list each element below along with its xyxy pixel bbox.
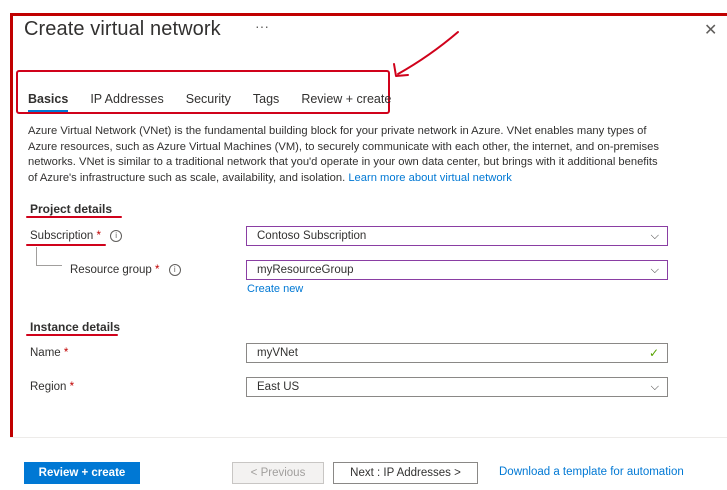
tab-review-create[interactable]: Review + create	[301, 92, 391, 112]
region-value: East US	[257, 381, 300, 393]
tab-ip-addresses[interactable]: IP Addresses	[90, 92, 163, 112]
name-label-text: Name	[30, 347, 61, 359]
resource-group-value: myResourceGroup	[257, 264, 354, 276]
chevron-down-icon: ⌵	[650, 230, 659, 242]
description: Azure Virtual Network (VNet) is the fund…	[28, 124, 668, 186]
review-create-button[interactable]: Review + create	[24, 462, 140, 484]
required-marker: *	[69, 381, 75, 393]
tab-security[interactable]: Security	[186, 92, 231, 112]
create-new-link[interactable]: Create new	[247, 283, 303, 295]
region-label: Region *	[30, 381, 74, 393]
chevron-down-icon: ⌵	[650, 381, 659, 393]
tab-bar: Basics IP Addresses Security Tags Review…	[28, 92, 413, 112]
page-title: Create virtual network	[24, 18, 221, 40]
subscription-label-text: Subscription	[30, 230, 94, 242]
project-details-underline	[26, 216, 122, 218]
instance-details-underline	[26, 334, 118, 336]
description-text: Azure Virtual Network (VNet) is the fund…	[28, 125, 659, 184]
subscription-label: Subscription * i	[30, 230, 123, 242]
required-marker: *	[63, 347, 69, 359]
download-template-link[interactable]: Download a template for automation	[499, 466, 684, 478]
name-value: myVNet	[257, 347, 298, 359]
tab-tags[interactable]: Tags	[253, 92, 279, 112]
name-label: Name *	[30, 347, 68, 359]
region-label-text: Region	[30, 381, 67, 393]
annotation-arrow-icon	[393, 31, 459, 77]
tree-connector	[36, 265, 62, 266]
resource-group-label: Resource group * i	[70, 264, 181, 276]
close-icon[interactable]: ✕	[704, 20, 717, 40]
required-marker: *	[96, 230, 101, 242]
resource-group-dropdown[interactable]: myResourceGroup ⌵	[246, 260, 668, 280]
check-icon: ✓	[648, 346, 659, 360]
info-icon[interactable]: i	[110, 230, 123, 242]
project-details-heading: Project details	[30, 202, 113, 216]
next-ip-addresses-button[interactable]: Next : IP Addresses >	[333, 462, 478, 484]
learn-more-link[interactable]: Learn more about virtual network	[348, 172, 512, 184]
previous-button[interactable]: < Previous	[232, 462, 324, 484]
subscription-underline	[26, 244, 106, 246]
subscription-value: Contoso Subscription	[257, 230, 367, 242]
footer-divider	[10, 437, 727, 438]
subscription-dropdown[interactable]: Contoso Subscription ⌵	[246, 226, 668, 246]
instance-details-heading: Instance details	[30, 320, 121, 334]
tab-basics[interactable]: Basics	[28, 92, 69, 112]
tree-connector	[36, 247, 37, 265]
required-marker: *	[155, 264, 160, 276]
info-icon[interactable]: i	[168, 264, 181, 276]
name-input[interactable]: myVNet ✓	[246, 343, 668, 363]
more-options-icon[interactable]: ···	[255, 18, 269, 34]
chevron-down-icon: ⌵	[650, 264, 659, 276]
resource-group-label-text: Resource group	[70, 264, 152, 276]
region-dropdown[interactable]: East US ⌵	[246, 377, 668, 397]
